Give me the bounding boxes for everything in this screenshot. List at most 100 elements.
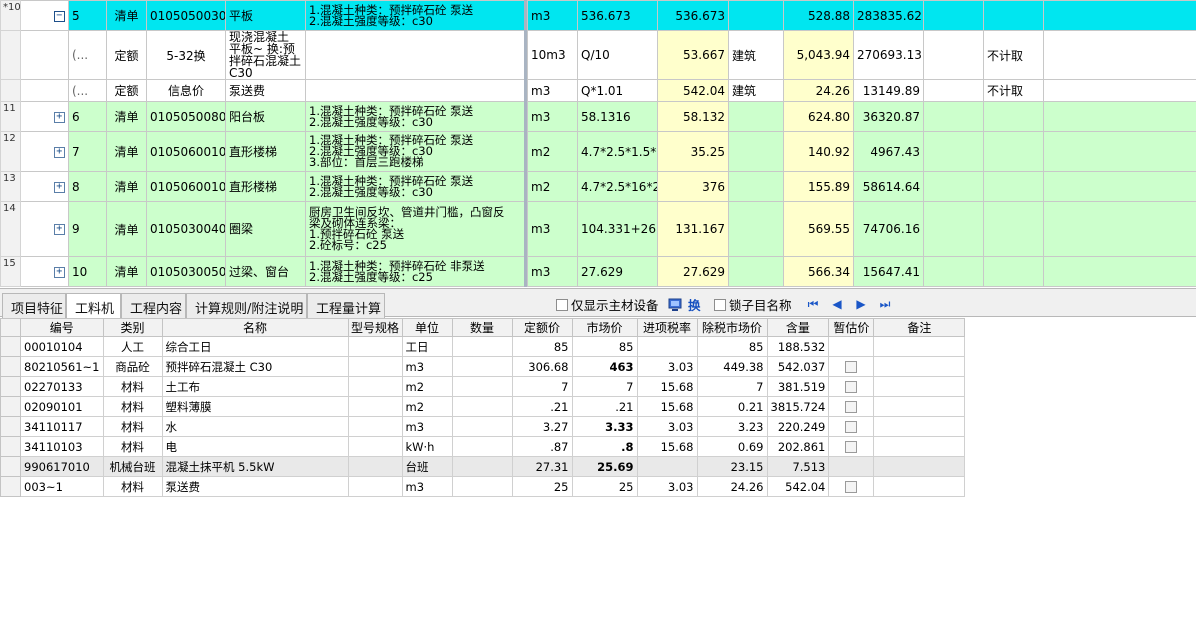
unit-cell[interactable]: m2 (527, 171, 578, 202)
feature-cell[interactable] (305, 30, 526, 80)
material-name[interactable]: 泵送费 (161, 476, 349, 497)
material-category[interactable]: 机械台班 (102, 456, 163, 477)
expand-icon[interactable]: + (53, 146, 65, 158)
previous-record-icon[interactable]: ◀ (830, 297, 844, 311)
expression-cell[interactable]: 58.1316 (577, 101, 658, 132)
provisional-cell[interactable] (828, 436, 875, 457)
material-remarks[interactable] (873, 376, 966, 397)
expression-cell[interactable]: 536.673 (577, 0, 658, 31)
expander-cell[interactable]: + (50, 171, 69, 202)
fee-cell[interactable] (983, 101, 1044, 132)
name-cell[interactable]: 平板 (225, 0, 306, 31)
material-remarks[interactable] (873, 396, 966, 417)
material-remarks[interactable] (873, 356, 966, 377)
material-code[interactable]: 990617010 (20, 456, 104, 477)
material-tax-rate[interactable]: 15.68 (636, 436, 698, 457)
unit-price-cell[interactable]: 140.92 (783, 131, 854, 172)
provisional-cell[interactable] (828, 356, 875, 377)
provisional-cell[interactable] (828, 476, 875, 497)
quantity-cell[interactable]: 53.667 (657, 30, 729, 80)
list-row[interactable]: 14 +9 清单010503004002圈梁厨房卫生间反坎、管道井门槛，凸窗反梁及砌… (0, 201, 1196, 257)
material-name[interactable]: 水 (161, 416, 349, 437)
material-category[interactable]: 材料 (102, 396, 163, 417)
list-row[interactable]: 15 +10 清单010503005002过梁、窗台1.混凝土种类：预拌碎石砼 非泵… (0, 256, 1196, 287)
specialty-cell[interactable] (728, 131, 784, 172)
feature-cell[interactable]: 1.混凝土种类：预拌碎石砼 非泵送 2.混凝土强度等级：c25 (305, 256, 526, 287)
name-cell[interactable]: 泵送费 (225, 79, 306, 102)
code-cell[interactable]: 010506001005 (146, 131, 226, 172)
material-row[interactable]: 990617010 机械台班 混凝土抹平机 5.5kW 台班 27.31 25.69 23.… (0, 456, 966, 477)
material-name[interactable]: 预拌碎石混凝土 C30 (161, 356, 349, 377)
name-cell[interactable]: 飘窗板、空调板 (225, 286, 306, 287)
main-material-only-toggle[interactable]: 仅显示主材设备 (556, 295, 659, 314)
code-cell[interactable]: 010503005002 (146, 256, 226, 287)
material-content[interactable]: 202.861 (766, 436, 830, 457)
tab-calc-rules[interactable]: 计算规则/附注说明 (186, 293, 307, 318)
unit-price-cell[interactable]: 155.89 (783, 171, 854, 202)
material-tax-rate[interactable]: 3.03 (636, 356, 698, 377)
main-material-only-checkbox[interactable] (556, 298, 568, 311)
specialty-cell[interactable] (728, 171, 784, 202)
material-spec[interactable] (347, 356, 403, 377)
quantity-cell[interactable]: 131.167 (657, 201, 729, 257)
row-number[interactable]: 14 (0, 201, 21, 257)
expander-cell[interactable] (50, 79, 69, 102)
header-spec[interactable]: 型号规格 (347, 318, 403, 337)
material-market-price[interactable]: .8 (571, 436, 638, 457)
header-unit[interactable]: 单位 (401, 318, 453, 337)
material-code[interactable]: 80210561~1 (20, 356, 104, 377)
expression-cell[interactable]: 4.7*2.5*1.5*2 (577, 131, 658, 172)
material-remarks[interactable] (873, 436, 966, 457)
material-code[interactable]: 02090101 (20, 396, 104, 417)
quantity-cell[interactable]: 27.629 (657, 256, 729, 287)
row-gutter[interactable] (0, 396, 21, 417)
row-number[interactable] (0, 79, 21, 102)
row-number[interactable] (0, 30, 21, 80)
header-input-tax-rate[interactable]: 进项税率 (636, 318, 698, 337)
unit-price-cell[interactable]: 569.55 (783, 201, 854, 257)
material-name[interactable]: 综合工日 (161, 336, 349, 357)
material-quantity[interactable] (451, 476, 513, 497)
quantity-cell[interactable]: 542.04 (657, 79, 729, 102)
unit-cell[interactable]: m3 (527, 0, 578, 31)
specialty-cell[interactable]: 建筑 (728, 79, 784, 102)
feature-cell[interactable]: 1.混凝土种类：预拌碎石砼 泵送 (305, 286, 526, 287)
row-number[interactable]: 15 (0, 256, 21, 287)
code-cell[interactable]: 010506001006 (146, 171, 226, 202)
collapse-icon[interactable]: − (53, 10, 65, 22)
name-cell[interactable]: 圈梁 (225, 201, 306, 257)
material-content[interactable]: 542.037 (766, 356, 830, 377)
row-gutter[interactable] (0, 336, 21, 357)
material-category[interactable]: 材料 (102, 436, 163, 457)
material-row[interactable]: 80210561~1 商品砼 预拌碎石混凝土 C30 m3 306.68 463 3.03 4… (0, 356, 966, 377)
quantity-cell[interactable]: 35.25 (657, 131, 729, 172)
list-row[interactable]: 13 +8 清单010506001006直形楼梯1.混凝土种类：预拌碎石砼 泵送2.… (0, 171, 1196, 202)
header-remarks[interactable]: 备注 (873, 318, 966, 337)
material-content[interactable]: 220.249 (766, 416, 830, 437)
unit-price-cell[interactable]: 624.80 (783, 101, 854, 132)
provisional-checkbox[interactable] (845, 401, 858, 413)
material-tax-rate[interactable] (636, 336, 698, 357)
material-quantity[interactable] (451, 436, 513, 457)
material-content[interactable]: 188.532 (766, 336, 830, 357)
row-number[interactable]: 13 (0, 171, 21, 202)
material-spec[interactable] (347, 456, 403, 477)
header-market-price[interactable]: 市场价 (571, 318, 638, 337)
material-code[interactable]: 00010104 (20, 336, 104, 357)
material-market-price[interactable]: 85 (571, 336, 638, 357)
list-row[interactable]: 12 +7 清单010506001005直形楼梯1.混凝土种类：预拌碎石砼 泵送2.… (0, 131, 1196, 172)
material-unit[interactable]: m3 (401, 356, 453, 377)
material-remarks[interactable] (873, 456, 966, 477)
provisional-cell[interactable] (828, 376, 875, 397)
header-name[interactable]: 名称 (161, 318, 349, 337)
unit-cell[interactable]: m2 (527, 131, 578, 172)
material-unit[interactable]: m2 (401, 376, 453, 397)
material-code[interactable]: 34110103 (20, 436, 104, 457)
specialty-cell[interactable] (728, 286, 784, 287)
material-quantity[interactable] (451, 376, 513, 397)
material-remarks[interactable] (873, 336, 966, 357)
material-category[interactable]: 商品砼 (102, 356, 163, 377)
specialty-cell[interactable] (728, 0, 784, 31)
tab-work-content[interactable]: 工程内容 (121, 293, 186, 318)
material-tax-rate[interactable]: 15.68 (636, 396, 698, 417)
